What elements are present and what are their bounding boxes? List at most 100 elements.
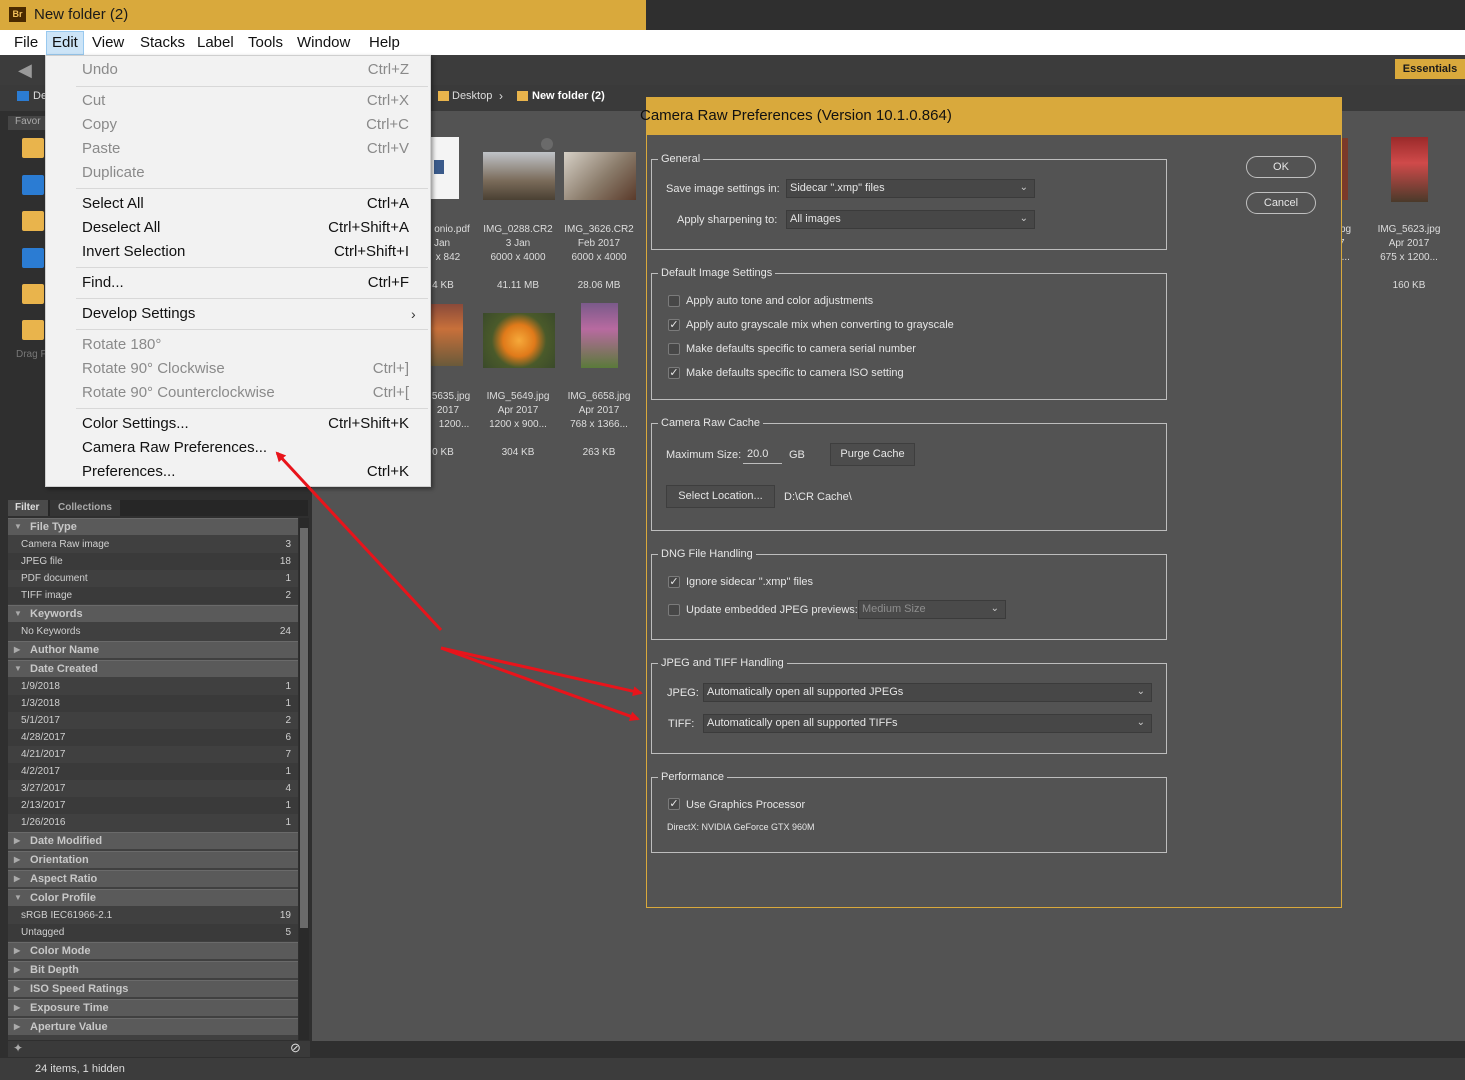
filter-row[interactable]: Camera Raw image 3 bbox=[8, 536, 298, 553]
thumbnail-img-5623[interactable] bbox=[1391, 137, 1428, 202]
filter-row[interactable]: PDF document 1 bbox=[8, 570, 298, 587]
folder-icon[interactable] bbox=[22, 138, 44, 158]
thumbnail-img-5649[interactable] bbox=[483, 313, 555, 368]
default-setting-checkbox[interactable] bbox=[668, 295, 680, 307]
max-size-input[interactable]: 20.0 bbox=[743, 447, 782, 464]
expand-down-icon[interactable]: ▼ bbox=[14, 664, 22, 673]
breadcrumb-current-folder[interactable]: New folder (2) bbox=[532, 90, 605, 102]
expand-right-icon[interactable]: ▶ bbox=[14, 1003, 20, 1012]
favorites-tab[interactable]: Favor bbox=[8, 116, 48, 130]
menu-stacks[interactable]: Stacks bbox=[140, 34, 185, 51]
tab-filter[interactable]: Filter bbox=[8, 500, 48, 516]
filter-scroll-thumb[interactable] bbox=[300, 528, 308, 928]
rotate-icon[interactable] bbox=[541, 138, 553, 150]
expand-down-icon[interactable]: ▼ bbox=[14, 522, 22, 531]
thumbnail-img-0288[interactable] bbox=[483, 152, 555, 200]
pictures-icon[interactable] bbox=[22, 320, 44, 340]
thumbnail-img-3626[interactable] bbox=[564, 152, 636, 200]
ignore-sidecar-checkbox[interactable]: ✓ bbox=[668, 576, 680, 588]
menu-item-undo: Undo bbox=[82, 61, 118, 78]
menu-item-find[interactable]: Find... bbox=[82, 274, 124, 291]
filter-row[interactable]: 5/1/2017 2 bbox=[8, 712, 298, 729]
filter-section-header[interactable]: ▶ Date Modified bbox=[8, 832, 298, 849]
expand-right-icon[interactable]: ▶ bbox=[14, 855, 20, 864]
expand-right-icon[interactable]: ▶ bbox=[14, 946, 20, 955]
menu-item-deselect-all[interactable]: Deselect All bbox=[82, 219, 160, 236]
filter-section-header[interactable]: ▶ ISO Speed Ratings bbox=[8, 980, 298, 997]
select-location-button[interactable]: Select Location... bbox=[666, 485, 775, 508]
filter-section-header[interactable]: ▼ Color Profile bbox=[8, 889, 298, 906]
menu-item-invert-selection[interactable]: Invert Selection bbox=[82, 243, 185, 260]
filter-section-header[interactable]: ▼ Date Created bbox=[8, 660, 298, 677]
filter-row[interactable]: JPEG file 18 bbox=[8, 553, 298, 570]
menu-view[interactable]: View bbox=[92, 34, 124, 51]
filter-section-header[interactable]: ▶ Bit Depth bbox=[8, 961, 298, 978]
filter-row[interactable]: TIFF image 2 bbox=[8, 587, 298, 604]
menu-label[interactable]: Label bbox=[197, 34, 234, 51]
filter-section-header[interactable]: ▶ Color Mode bbox=[8, 942, 298, 959]
tiff-handling-dropdown[interactable]: Automatically open all supported TIFFs ⌄ bbox=[703, 714, 1152, 733]
filter-section-header[interactable]: ▶ Exposure Time bbox=[8, 999, 298, 1016]
thumbnail-partial[interactable] bbox=[1341, 138, 1348, 200]
expand-down-icon[interactable]: ▼ bbox=[14, 609, 22, 618]
menu-file[interactable]: File bbox=[14, 34, 38, 51]
ok-button[interactable]: OK bbox=[1246, 156, 1316, 178]
filter-section-header[interactable]: ▶ Orientation bbox=[8, 851, 298, 868]
expand-right-icon[interactable]: ▶ bbox=[14, 1022, 20, 1031]
menu-edit[interactable]: Edit bbox=[52, 34, 78, 51]
menu-item-color-settings[interactable]: Color Settings... bbox=[82, 415, 189, 432]
expand-right-icon[interactable]: ▶ bbox=[14, 836, 20, 845]
menu-item-camera-raw-preferences[interactable]: Camera Raw Preferences... bbox=[82, 439, 267, 456]
expand-right-icon[interactable]: ▶ bbox=[14, 645, 20, 654]
use-gpu-checkbox[interactable]: ✓ bbox=[668, 798, 680, 810]
sharpening-dropdown[interactable]: All images ⌄ bbox=[786, 210, 1035, 229]
default-setting-checkbox[interactable]: ✓ bbox=[668, 319, 680, 331]
filter-section-header[interactable]: ▼ Keywords bbox=[8, 605, 298, 622]
filter-section-header[interactable]: ▶ Aspect Ratio bbox=[8, 870, 298, 887]
menu-item-preferences[interactable]: Preferences... bbox=[82, 463, 175, 480]
menu-item-develop-settings[interactable]: Develop Settings bbox=[82, 305, 195, 322]
filter-row[interactable]: Untagged 5 bbox=[8, 924, 298, 941]
jpeg-handling-dropdown[interactable]: Automatically open all supported JPEGs ⌄ bbox=[703, 683, 1152, 702]
tab-collections[interactable]: Collections bbox=[50, 500, 120, 516]
expand-right-icon[interactable]: ▶ bbox=[14, 984, 20, 993]
filter-row[interactable]: No Keywords 24 bbox=[8, 623, 298, 640]
expand-right-icon[interactable]: ▶ bbox=[14, 965, 20, 974]
update-previews-checkbox[interactable] bbox=[668, 604, 680, 616]
filter-row[interactable]: 4/2/2017 1 bbox=[8, 763, 298, 780]
filter-row[interactable]: 1/9/2018 1 bbox=[8, 678, 298, 695]
clear-filter-icon[interactable]: ⊘ bbox=[290, 1040, 301, 1056]
computer-icon[interactable] bbox=[22, 175, 44, 195]
filter-section-header[interactable]: ▶ Author Name bbox=[8, 641, 298, 658]
expand-right-icon[interactable]: ▶ bbox=[14, 874, 20, 883]
default-setting-checkbox[interactable]: ✓ bbox=[668, 367, 680, 379]
folder-icon[interactable] bbox=[22, 211, 44, 231]
filter-row[interactable]: 1/3/2018 1 bbox=[8, 695, 298, 712]
menu-tools[interactable]: Tools bbox=[248, 34, 283, 51]
purge-cache-button[interactable]: Purge Cache bbox=[830, 443, 915, 466]
filter-row[interactable]: 1/26/2016 1 bbox=[8, 814, 298, 831]
save-settings-dropdown[interactable]: Sidecar ".xmp" files ⌄ bbox=[786, 179, 1035, 198]
filter-section-header[interactable]: ▶ Aperture Value bbox=[8, 1018, 298, 1035]
menu-help[interactable]: Help bbox=[369, 34, 400, 51]
cancel-button[interactable]: Cancel bbox=[1246, 192, 1316, 214]
filter-row[interactable]: sRGB IEC61966-2.1 19 bbox=[8, 907, 298, 924]
expand-down-icon[interactable]: ▼ bbox=[14, 893, 22, 902]
filter-section-header[interactable]: ▼ File Type bbox=[8, 518, 298, 535]
workspace-essentials[interactable]: Essentials bbox=[1395, 59, 1465, 79]
menu-window[interactable]: Window bbox=[297, 34, 350, 51]
back-arrow-icon[interactable]: ◀ bbox=[18, 60, 32, 81]
filter-row[interactable]: 4/21/2017 7 bbox=[8, 746, 298, 763]
thumbnail-img-5635[interactable] bbox=[431, 304, 463, 366]
pin-icon[interactable]: ✦ bbox=[13, 1041, 23, 1055]
breadcrumb-desktop[interactable]: Desktop bbox=[452, 90, 492, 102]
desktop-icon[interactable] bbox=[22, 248, 44, 268]
preview-size-dropdown[interactable]: Medium Size ⌄ bbox=[858, 600, 1006, 619]
default-setting-checkbox[interactable] bbox=[668, 343, 680, 355]
filter-row[interactable]: 2/13/2017 1 bbox=[8, 797, 298, 814]
filter-row[interactable]: 4/28/2017 6 bbox=[8, 729, 298, 746]
documents-icon[interactable] bbox=[22, 284, 44, 304]
menu-item-select-all[interactable]: Select All bbox=[82, 195, 144, 212]
filter-row[interactable]: 3/27/2017 4 bbox=[8, 780, 298, 797]
thumbnail-img-6658[interactable] bbox=[581, 303, 618, 368]
